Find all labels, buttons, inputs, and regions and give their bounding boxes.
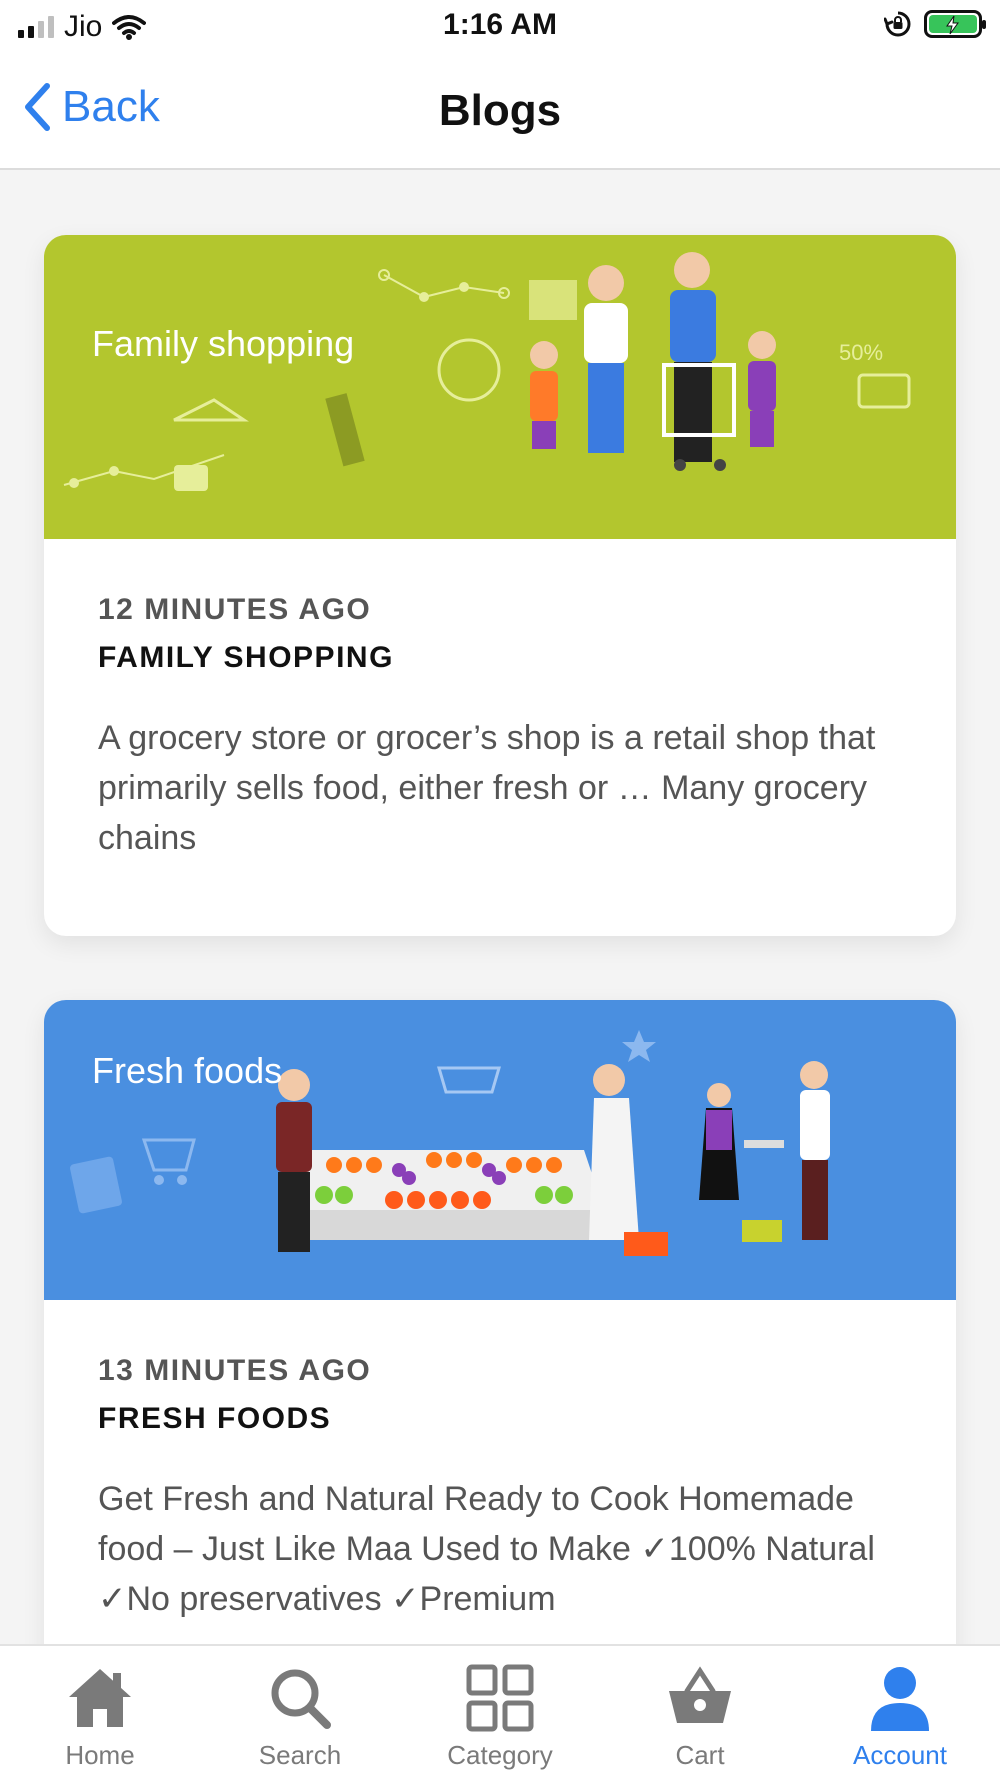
tab-label: Search (258, 1740, 342, 1770)
navigation-bar: Back Blogs (0, 56, 1000, 170)
basket-icon (660, 1660, 740, 1736)
post-title: FAMILY SHOPPING (98, 641, 394, 674)
tab-label: Home (65, 1740, 135, 1770)
search-icon (260, 1660, 340, 1736)
tab-cart[interactable]: Cart (600, 1646, 800, 1778)
post-excerpt: Get Fresh and Natural Ready to Cook Home… (98, 1480, 875, 1618)
status-bar: Jio 1:16 AM (0, 0, 1000, 56)
post-time-ago: 13 MINUTES AGO (98, 1354, 372, 1387)
category-grid-icon (460, 1660, 540, 1736)
status-right (884, 10, 986, 38)
banner-title: Fresh foods (92, 1050, 283, 1091)
post-excerpt: A grocery store or grocer’s shop is a re… (98, 719, 876, 857)
tab-label: Account (853, 1740, 947, 1770)
blog-card[interactable]: Fresh foods 13 MINUTES AGO FRESH FOODS G… (44, 1000, 956, 1644)
banner-title: Family shopping (92, 323, 355, 364)
blog-card[interactable]: 50% Family shopping 12 MINUTES AGO FAMIL… (44, 235, 956, 936)
home-icon (60, 1660, 140, 1736)
tab-bar: Home Search Category Cart Account (0, 1644, 1000, 1778)
blog-list[interactable]: 50% Family shopping 12 MINUTES AGO FAMIL… (0, 170, 1000, 1644)
tab-search[interactable]: Search (200, 1646, 400, 1778)
rotation-lock-icon (884, 11, 911, 37)
account-icon (860, 1660, 940, 1736)
status-time: 1:16 AM (443, 8, 557, 41)
blog-banner-image: 50% Family shopping (44, 235, 956, 539)
tab-home[interactable]: Home (0, 1646, 200, 1778)
tab-category[interactable]: Category (400, 1646, 600, 1778)
blog-banner-image: Fresh foods (44, 1000, 956, 1300)
battery-icon (924, 10, 986, 38)
tab-label: Cart (675, 1740, 725, 1770)
page-title: Blogs (438, 86, 562, 135)
tab-label: Category (447, 1740, 553, 1770)
post-time-ago: 12 MINUTES AGO (98, 593, 372, 626)
tab-account[interactable]: Account (800, 1646, 1000, 1778)
post-title: FRESH FOODS (98, 1402, 332, 1435)
svg-text:50%: 50% (839, 340, 883, 365)
